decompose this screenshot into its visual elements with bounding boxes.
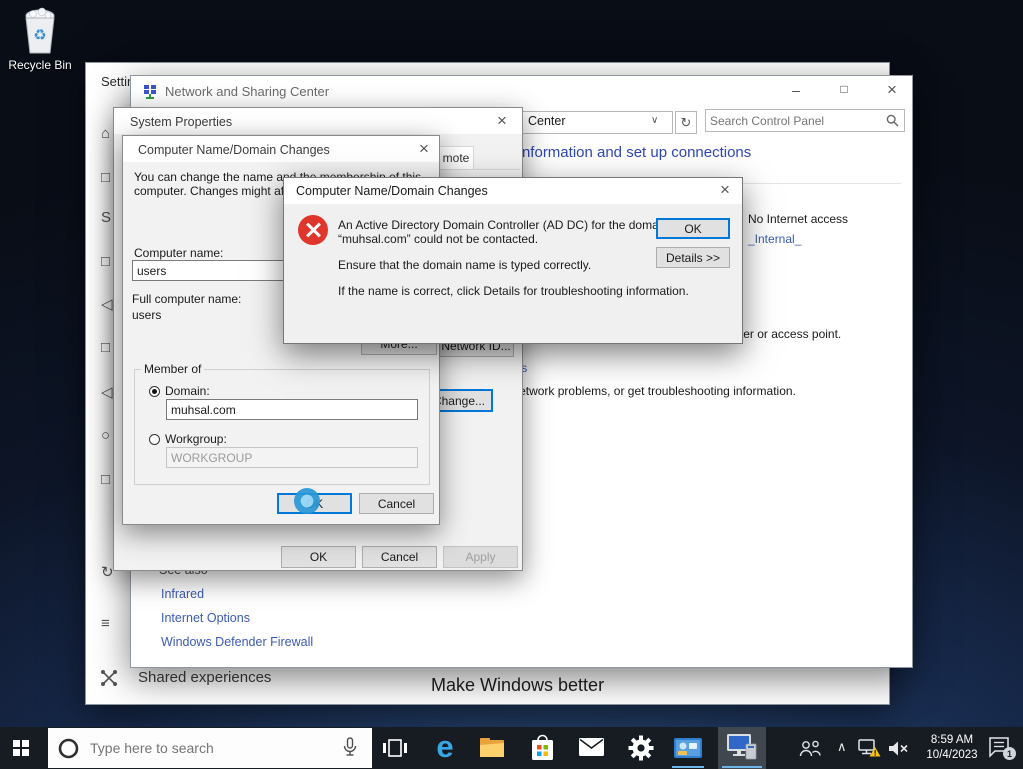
domain-radio-label[interactable]: Domain:: [165, 384, 210, 398]
volume-muted-icon[interactable]: [888, 740, 910, 757]
computer-icon: [727, 734, 757, 760]
ok-button[interactable]: OK: [281, 546, 356, 568]
maximize-button[interactable]: □: [829, 82, 859, 96]
taskbar: e: [0, 727, 1023, 769]
people-icon[interactable]: [798, 740, 822, 757]
running-indicator: [672, 766, 704, 768]
cancel-button[interactable]: Cancel: [359, 493, 434, 514]
error-dialog: Computer Name/Domain Changes × An Active…: [283, 177, 743, 344]
domain-radio[interactable]: [149, 386, 160, 397]
sync-icon[interactable]: ↻: [101, 563, 114, 581]
make-windows-better-heading: Make Windows better: [431, 675, 605, 695]
tab-remote[interactable]: mote: [438, 146, 474, 169]
workgroup-radio[interactable]: [149, 434, 160, 445]
network-status-icon[interactable]: [858, 739, 881, 758]
tablet-mode-icon[interactable]: □: [101, 471, 110, 488]
control-panel-icon[interactable]: [674, 738, 702, 758]
dialog-title: Computer Name/Domain Changes: [296, 184, 488, 198]
running-indicator: [722, 766, 762, 768]
store-icon[interactable]: [531, 733, 554, 761]
storage-icon[interactable]: ◁: [101, 383, 113, 401]
mail-icon[interactable]: [579, 738, 604, 756]
full-computer-name-label: Full computer name:: [132, 292, 242, 306]
taskbar-search-input[interactable]: [88, 728, 342, 768]
chevron-down-icon[interactable]: ∨: [651, 115, 658, 126]
touch-click-indicator: [294, 488, 320, 514]
recycle-bin[interactable]: ♻ Recycle Bin: [8, 6, 72, 76]
minimize-button[interactable]: –: [781, 82, 811, 98]
notification-badge: 1: [1003, 747, 1016, 760]
no-internet-status: No Internet access: [748, 212, 849, 226]
battery-icon[interactable]: ○: [101, 427, 110, 444]
clock-time: 8:59 AM: [930, 734, 974, 746]
microphone-icon[interactable]: [342, 737, 358, 759]
notifications-icon[interactable]: □: [101, 253, 110, 270]
sidebar-link-internet-options[interactable]: Internet Options: [161, 611, 250, 625]
details-button[interactable]: Details >>: [656, 247, 730, 268]
error-icon: [298, 215, 328, 245]
home-icon[interactable]: ⌂: [101, 125, 110, 142]
close-icon[interactable]: ×: [720, 181, 730, 198]
member-of-label: Member of: [141, 362, 205, 376]
close-icon[interactable]: ×: [419, 140, 429, 157]
address-text: Center: [528, 114, 566, 128]
action-center-icon[interactable]: 1: [988, 736, 1016, 760]
recycle-bin-label: Recycle Bin: [8, 58, 72, 72]
close-icon[interactable]: ×: [497, 112, 507, 129]
system-label-icon[interactable]: S: [101, 209, 111, 226]
hidden-icons-chevron[interactable]: ∧: [837, 739, 847, 755]
shared-experiences-icon: [101, 670, 117, 686]
window-title: Network and Sharing Center: [165, 84, 330, 99]
dialog-title: System Properties: [130, 115, 233, 129]
error-message-line1: An Active Directory Domain Controller (A…: [338, 218, 669, 232]
edge-icon[interactable]: e: [431, 728, 459, 766]
internal-network-link[interactable]: _Internal_: [748, 232, 801, 246]
close-button[interactable]: ×: [877, 81, 907, 98]
file-explorer-icon[interactable]: [480, 737, 505, 758]
tab-content-edge: [432, 169, 520, 170]
network-sharing-center-icon: [144, 85, 156, 99]
task-view-icon[interactable]: [382, 736, 408, 760]
display-icon[interactable]: □: [101, 169, 110, 186]
clock-date: 10/4/2023: [926, 749, 978, 761]
dialog-title: Computer Name/Domain Changes: [138, 143, 330, 157]
computer-name-label: Computer name:: [134, 246, 224, 260]
multitasking-icon[interactable]: ≡: [101, 615, 110, 632]
refresh-icon[interactable]: ↻: [675, 111, 697, 134]
search-icon: [886, 114, 899, 127]
start-button[interactable]: [13, 740, 29, 756]
cortana-ring-icon: [58, 738, 79, 759]
error-message-line2: “muhsal.com” could not be contacted.: [338, 232, 539, 246]
error-message-2: Ensure that the domain name is typed cor…: [338, 258, 592, 272]
system-properties-taskbar-button[interactable]: [718, 727, 766, 769]
workgroup-radio-label[interactable]: Workgroup:: [165, 432, 227, 446]
domain-input[interactable]: [166, 399, 418, 420]
search-input[interactable]: [705, 109, 905, 132]
desktop: ♻ Recycle Bin Settings ⌂ □ S □ ◁ □ ◁ ○ □ ↻ ≡ Share…: [0, 0, 1023, 769]
full-computer-name-value: users: [132, 308, 162, 322]
ok-button[interactable]: OK: [656, 218, 730, 239]
svg-text:♻: ♻: [33, 26, 46, 44]
sidebar-link-infrared[interactable]: Infrared: [161, 587, 204, 601]
search-box[interactable]: [705, 109, 905, 132]
settings-gear-icon[interactable]: [628, 735, 654, 761]
clock[interactable]: 8:59 AM 10/4/2023: [916, 733, 988, 763]
taskbar-search[interactable]: [48, 728, 372, 768]
sidebar-item-shared-experiences[interactable]: Shared experiences: [138, 669, 271, 686]
cancel-button[interactable]: Cancel: [362, 546, 437, 568]
power-icon[interactable]: □: [101, 339, 110, 356]
error-message-3: If the name is correct, click Details fo…: [338, 284, 689, 298]
apply-button[interactable]: Apply: [443, 546, 518, 568]
sound-icon[interactable]: ◁: [101, 295, 113, 313]
sidebar-link-windows-defender-firewall[interactable]: Windows Defender Firewall: [161, 635, 313, 649]
recycle-bin-icon: ♻: [25, 7, 55, 54]
workgroup-input: [166, 447, 418, 468]
